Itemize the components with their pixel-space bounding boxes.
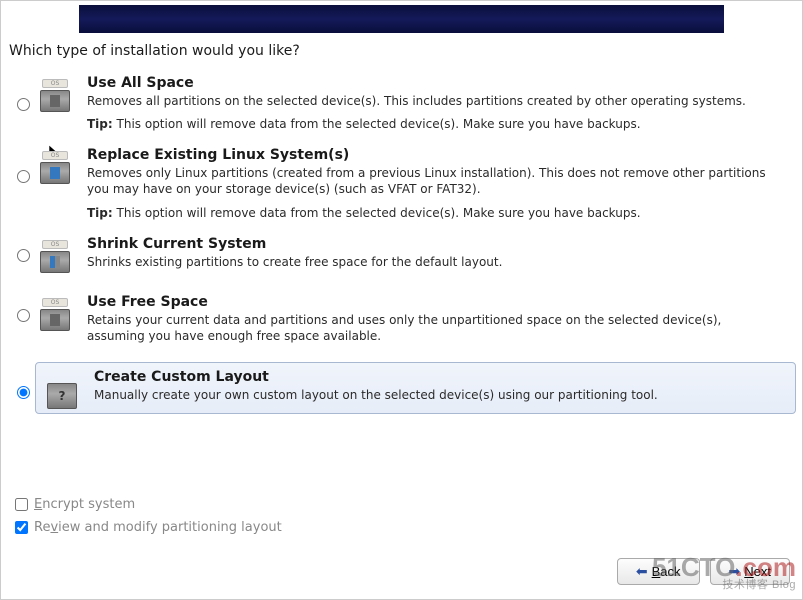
radio-custom-layout[interactable] <box>17 386 30 399</box>
option-title: Replace Existing Linux System(s) <box>87 147 782 163</box>
disk-icon: OS <box>35 73 75 113</box>
option-use-free-space[interactable]: OS Use Free Space Retains your current d… <box>9 288 796 356</box>
next-button[interactable]: ➡ Next <box>710 558 790 585</box>
disk-icon: OS <box>35 292 75 332</box>
option-desc: Retains your current data and partitions… <box>87 312 782 344</box>
review-layout-row[interactable]: Review and modify partitioning layout <box>11 518 282 537</box>
nav-buttons: ⬅ Back ➡ Next <box>617 558 790 585</box>
option-title: Shrink Current System <box>87 236 782 252</box>
disk-icon: OS <box>35 145 75 185</box>
option-title: Use All Space <box>87 75 782 91</box>
encrypt-checkbox[interactable] <box>15 498 28 511</box>
next-label: Next <box>744 564 771 579</box>
arrow-left-icon: ⬅ <box>636 563 648 580</box>
installation-options: OS Use All Space Removes all partitions … <box>1 69 802 420</box>
radio-shrink-system[interactable] <box>17 249 30 262</box>
header-banner <box>79 5 724 33</box>
option-desc: Removes only Linux partitions (created f… <box>87 165 782 197</box>
radio-replace-linux[interactable] <box>17 170 30 183</box>
encrypt-system-row[interactable]: Encrypt system <box>11 495 282 514</box>
option-desc: Manually create your own custom layout o… <box>94 387 781 403</box>
back-button[interactable]: ⬅ Back <box>617 558 700 585</box>
option-tip: Tip: This option will remove data from t… <box>87 206 782 220</box>
back-label: Back <box>652 564 681 579</box>
option-replace-linux[interactable]: OS Replace Existing Linux System(s) Remo… <box>9 141 796 223</box>
checkbox-group: Encrypt system Review and modify partiti… <box>11 495 282 541</box>
prompt-text: Which type of installation would you lik… <box>9 43 802 59</box>
option-desc: Shrinks existing partitions to create fr… <box>87 254 782 270</box>
encrypt-label: Encrypt system <box>34 497 135 512</box>
review-checkbox[interactable] <box>15 521 28 534</box>
radio-use-free-space[interactable] <box>17 309 30 322</box>
radio-use-all-space[interactable] <box>17 98 30 111</box>
option-shrink-system[interactable]: OS Shrink Current System Shrinks existin… <box>9 230 796 282</box>
unknown-icon: ? <box>42 367 82 409</box>
option-tip: Tip: This option will remove data from t… <box>87 117 782 131</box>
option-desc: Removes all partitions on the selected d… <box>87 93 782 109</box>
option-title: Use Free Space <box>87 294 782 310</box>
arrow-right-icon: ➡ <box>729 563 741 580</box>
review-label: Review and modify partitioning layout <box>34 520 282 535</box>
option-use-all-space[interactable]: OS Use All Space Removes all partitions … <box>9 69 796 135</box>
disk-icon: OS <box>35 234 75 274</box>
option-title: Create Custom Layout <box>94 369 781 385</box>
option-custom-layout[interactable]: ? Create Custom Layout Manually create y… <box>35 362 796 414</box>
